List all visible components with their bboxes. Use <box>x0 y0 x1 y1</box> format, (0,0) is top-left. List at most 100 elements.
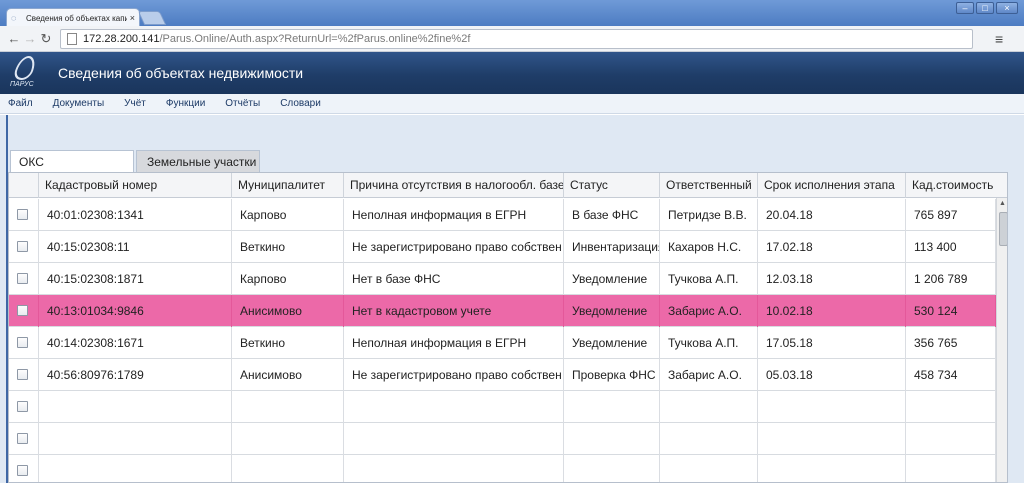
cell-checkbox <box>9 455 39 482</box>
menu-item-documents[interactable]: Документы <box>53 98 105 109</box>
cell-responsible: Кахаров Н.С. <box>660 231 758 263</box>
page-favicon-icon: ◌ <box>11 13 17 23</box>
menu-item-accounting[interactable]: Учёт <box>124 98 146 109</box>
table-row[interactable]: 40:13:01034:9846 Анисимово Нет в кадастров… <box>9 295 996 327</box>
cell-cadastral-number: 40:13:01034:9846 <box>39 295 232 327</box>
url-host: 172.28.200.141 <box>83 32 160 45</box>
table-row[interactable]: 40:15:02308:1871 Карпово Нет в базе ФНС Уве… <box>9 263 996 295</box>
cell-cadastral-cost: 765 897 <box>906 199 996 231</box>
cell-cadastral-number: 40:15:02308:1871 <box>39 263 232 295</box>
cell-status: Уведомление <box>564 327 660 359</box>
forward-arrow-icon[interactable]: → <box>22 31 38 46</box>
cell-reason <box>344 423 564 455</box>
row-checkbox[interactable] <box>17 241 28 252</box>
cell-cadastral-number: 40:14:02308:1671 <box>39 327 232 359</box>
cell-status: В базе ФНС <box>564 199 660 231</box>
row-checkbox[interactable] <box>17 401 28 412</box>
sail-logo-icon <box>12 56 38 80</box>
tab-land-plots[interactable]: Земельные участки <box>136 150 260 172</box>
cell-checkbox <box>9 423 39 455</box>
minimize-button[interactable]: – <box>956 2 974 14</box>
cell-checkbox <box>9 359 39 391</box>
page-icon <box>67 32 77 45</box>
maximize-button[interactable]: □ <box>976 2 994 14</box>
header-checkbox-column <box>9 173 39 198</box>
row-checkbox[interactable] <box>17 305 28 316</box>
cell-deadline: 20.04.18 <box>758 199 906 231</box>
menu-item-dictionaries[interactable]: Словари <box>280 98 321 109</box>
url-path: /Parus.Online/Auth.aspx?ReturnUrl=%2fPar… <box>159 32 471 45</box>
cell-municipality: Карпово <box>232 263 344 295</box>
header-status[interactable]: Статус <box>564 173 660 198</box>
reload-icon[interactable]: ↻ <box>38 31 54 47</box>
cell-checkbox <box>9 327 39 359</box>
tab-oks[interactable]: ОКС <box>10 150 134 172</box>
header-responsible[interactable]: Ответственный <box>660 173 758 198</box>
cell-status <box>564 455 660 482</box>
cell-municipality <box>232 423 344 455</box>
cell-cadastral-number <box>39 391 232 423</box>
browser-tab[interactable]: ◌ Сведения об объектах капи × <box>6 8 140 27</box>
close-tab-icon[interactable]: × <box>130 13 135 23</box>
header-municipality[interactable]: Муниципалитет <box>232 173 344 198</box>
cell-status <box>564 391 660 423</box>
row-checkbox[interactable] <box>17 209 28 220</box>
header-cadastral-number[interactable]: Кадастровый номер <box>39 173 232 198</box>
cell-cadastral-cost: 458 734 <box>906 359 996 391</box>
scroll-up-arrow-icon[interactable]: ▲ <box>999 200 1006 207</box>
cell-cadastral-cost: 530 124 <box>906 295 996 327</box>
cell-cadastral-cost: 113 400 <box>906 231 996 263</box>
cell-reason: Нет в базе ФНС <box>344 263 564 295</box>
cell-municipality: Веткино <box>232 231 344 263</box>
cell-cadastral-cost <box>906 391 996 423</box>
browser-tab-strip: ◌ Сведения об объектах капи × – □ × <box>0 0 1024 27</box>
header-cadastral-cost[interactable]: Кад.стоимость <box>906 173 996 198</box>
menu-item-file[interactable]: Файл <box>8 98 33 109</box>
back-arrow-icon[interactable]: ← <box>6 31 22 46</box>
header-reason[interactable]: Причина отсутствия в налогообл. базе <box>344 173 564 198</box>
cell-status: Проверка ФНС <box>564 359 660 391</box>
logo-text: ПАРУС <box>10 81 34 88</box>
close-window-button[interactable]: × <box>996 2 1018 14</box>
address-bar: ← → ↻ 172.28.200.141/Parus.Online/Auth.a… <box>0 26 1024 52</box>
cell-status: Уведомление <box>564 295 660 327</box>
cell-deadline: 10.02.18 <box>758 295 906 327</box>
cell-responsible <box>660 423 758 455</box>
cell-reason: Не зарегистрировано право собствен <box>344 359 564 391</box>
cell-reason: Не зарегистрировано право собствен <box>344 231 564 263</box>
cell-responsible: Тучкова А.П. <box>660 263 758 295</box>
table-row[interactable]: 40:15:02308:11 Веткино Не зарегистрировано… <box>9 231 996 263</box>
table-row[interactable] <box>9 391 996 423</box>
table-row[interactable]: 40:56:80976:1789 Анисимово Не зарегистриро… <box>9 359 996 391</box>
url-input[interactable]: 172.28.200.141/Parus.Online/Auth.aspx?Re… <box>60 28 973 49</box>
scrollbar-thumb[interactable] <box>999 212 1007 246</box>
menu-bar: Файл Документы Учёт Функции Отчёты Слова… <box>0 94 1024 114</box>
browser-menu-icon[interactable]: ≡ <box>995 31 1003 47</box>
table-row[interactable] <box>9 455 996 482</box>
grid-header: Кадастровый номер Муниципалитет Причина … <box>9 173 1007 198</box>
row-checkbox[interactable] <box>17 433 28 444</box>
table-row[interactable]: 40:14:02308:1671 Веткино Неполная информац… <box>9 327 996 359</box>
new-tab-button[interactable] <box>137 11 167 25</box>
row-checkbox[interactable] <box>17 337 28 348</box>
menu-item-functions[interactable]: Функции <box>166 98 205 109</box>
cell-cadastral-cost: 1 206 789 <box>906 263 996 295</box>
table-row[interactable] <box>9 423 996 455</box>
cell-municipality: Анисимово <box>232 359 344 391</box>
cell-deadline: 12.03.18 <box>758 263 906 295</box>
cell-deadline <box>758 423 906 455</box>
table-row[interactable]: 40:01:02308:1341 Карпово Неполная информац… <box>9 199 996 231</box>
header-deadline[interactable]: Срок исполнения этапа <box>758 173 906 198</box>
cell-cadastral-cost: 356 765 <box>906 327 996 359</box>
cell-responsible: Забарис А.О. <box>660 359 758 391</box>
row-checkbox[interactable] <box>17 273 28 284</box>
cell-reason: Неполная информация в ЕГРН <box>344 327 564 359</box>
cell-checkbox <box>9 231 39 263</box>
cell-reason <box>344 391 564 423</box>
row-checkbox[interactable] <box>17 369 28 380</box>
cell-reason: Нет в кадастровом учете <box>344 295 564 327</box>
vertical-scrollbar[interactable]: ▲ <box>996 198 1007 482</box>
cell-checkbox <box>9 263 39 295</box>
menu-item-reports[interactable]: Отчёты <box>225 98 260 109</box>
row-checkbox[interactable] <box>17 465 28 476</box>
